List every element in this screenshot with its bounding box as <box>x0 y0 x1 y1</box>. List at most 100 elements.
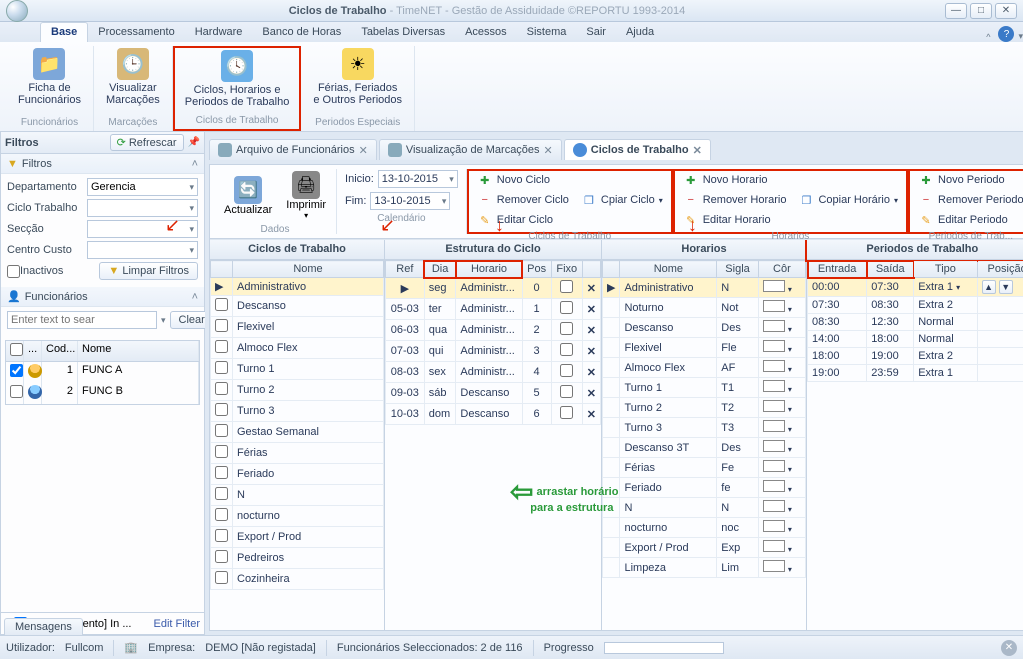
estrutura-row[interactable]: 07-03quiAdministr...3✕ <box>386 341 601 362</box>
ciclo-row[interactable]: Cozinheira <box>211 569 384 590</box>
periodo-row[interactable]: 08:3012:30Normal <box>808 314 1023 331</box>
horario-row[interactable]: Export / ProdExp ▾ <box>603 538 806 558</box>
estrutura-row[interactable]: 08-03sexAdministr...4✕ <box>386 362 601 383</box>
copiar-horario-button[interactable]: ❐Copiar Horário▾ <box>796 191 900 209</box>
centro-custo-combo[interactable]: ▾ <box>87 241 198 259</box>
periodo-row[interactable]: 19:0023:59Extra 1 <box>808 365 1023 382</box>
estrutura-grid[interactable]: Ref Dia Horario Pos Fixo ▶ segAdministr.… <box>385 260 601 630</box>
menu-tabelas-diversas[interactable]: Tabelas Diversas <box>351 23 455 42</box>
periodo-row[interactable]: 18:0019:00Extra 2 <box>808 348 1023 365</box>
ciclo-row[interactable]: Gestao Semanal <box>211 422 384 443</box>
ciclo-row[interactable]: Descanso <box>211 296 384 317</box>
horario-row[interactable]: ▶AdministrativoN ▾ <box>603 278 806 298</box>
ciclo-row[interactable]: Férias <box>211 443 384 464</box>
horario-row[interactable]: Turno 2T2 ▾ <box>603 398 806 418</box>
menu-hardware[interactable]: Hardware <box>185 23 253 42</box>
menu-banco-horas[interactable]: Banco de Horas <box>252 23 351 42</box>
horario-row[interactable]: NN ▾ <box>603 498 806 518</box>
horario-row[interactable]: Turno 3T3 ▾ <box>603 418 806 438</box>
periodo-row[interactable]: 07:3008:30Extra 2 <box>808 297 1023 314</box>
periodo-row[interactable]: 00:0007:30Extra 1 ▾▲ ▼ <box>808 278 1023 297</box>
ciclo-row[interactable]: Pedreiros <box>211 548 384 569</box>
ribbon-visualizar-marcacoes[interactable]: 🕒 Visualizar Marcações <box>100 46 166 108</box>
horario-row[interactable]: Descanso 3TDes ▾ <box>603 438 806 458</box>
status-help-icon[interactable]: ✕ <box>1001 640 1017 656</box>
menu-sair[interactable]: Sair <box>576 23 616 42</box>
ciclo-row[interactable]: Turno 3 <box>211 401 384 422</box>
limpar-filtros-button[interactable]: ▼ Limpar Filtros <box>99 262 198 280</box>
horario-row[interactable]: FlexivelFle ▾ <box>603 338 806 358</box>
inicio-date[interactable]: 13-10-2015▾ <box>378 170 458 188</box>
horario-row[interactable]: LimpezaLim ▾ <box>603 558 806 578</box>
horario-row[interactable]: DescansoDes ▾ <box>603 318 806 338</box>
close-tab-icon[interactable]: ✕ <box>359 144 368 157</box>
close-button[interactable]: ✕ <box>995 3 1017 19</box>
menu-sistema[interactable]: Sistema <box>517 23 577 42</box>
ribbon-collapse-icon[interactable]: ^ <box>986 32 990 42</box>
estrutura-row[interactable]: 05-03terAdministr...1✕ <box>386 299 601 320</box>
editar-horario-button[interactable]: ✎Editar Horario <box>681 211 900 229</box>
refresh-button[interactable]: ⟳ Refrescar <box>110 134 184 151</box>
remover-periodo-button[interactable]: −Remover Periodo <box>916 191 1023 209</box>
horario-row[interactable]: NoturnoNot ▾ <box>603 298 806 318</box>
estrutura-row[interactable]: 10-03domDescanso6✕ <box>386 404 601 425</box>
fim-date[interactable]: 13-10-2015▾ <box>370 192 450 210</box>
novo-horario-button[interactable]: ✚Novo Horario <box>681 171 900 189</box>
horarios-grid[interactable]: Nome Sigla Côr ▶AdministrativoN ▾Noturno… <box>602 260 806 630</box>
ciclo-row[interactable]: nocturno <box>211 506 384 527</box>
tab-visualizacao-marcacoes[interactable]: Visualização de Marcações✕ <box>379 139 562 160</box>
editar-periodo-button[interactable]: ✎Editar Periodo <box>916 211 1023 229</box>
edit-filter-link[interactable]: Edit Filter <box>154 618 200 630</box>
horario-row[interactable]: FériasFe ▾ <box>603 458 806 478</box>
minimize-button[interactable]: — <box>945 3 967 19</box>
mensagens-tab[interactable]: Mensagens <box>4 618 83 635</box>
funcionario-row[interactable]: 2 FUNC B <box>6 383 199 404</box>
actualizar-button[interactable]: 🔄Actualizar <box>220 174 276 218</box>
estrutura-row[interactable]: 06-03quaAdministr...2✕ <box>386 320 601 341</box>
ciclo-row[interactable]: N <box>211 485 384 506</box>
col-check[interactable] <box>6 341 24 361</box>
ribbon-ciclos-horarios[interactable]: 🕓 Ciclos, Horarios e Periodos de Trabalh… <box>179 48 296 110</box>
remover-horario-button[interactable]: −Remover Horario <box>681 191 789 209</box>
horario-row[interactable]: nocturnonoc ▾ <box>603 518 806 538</box>
menu-base[interactable]: Base <box>40 22 88 42</box>
menu-processamento[interactable]: Processamento <box>88 23 184 42</box>
novo-periodo-button[interactable]: ✚Novo Periodo <box>916 171 1023 189</box>
estrutura-row[interactable]: ▶ segAdministr...0✕ <box>386 278 601 299</box>
horario-row[interactable]: Almoco FlexAF ▾ <box>603 358 806 378</box>
ribbon-ficha-funcionarios[interactable]: 📁 Ficha de Funcionários <box>12 46 87 108</box>
estrutura-row[interactable]: 09-03sábDescanso5✕ <box>386 383 601 404</box>
filter-panel-toggle[interactable]: ▼ Filtros ˄ <box>1 154 204 174</box>
maximize-button[interactable]: □ <box>970 3 992 19</box>
horario-row[interactable]: Feriadofe ▾ <box>603 478 806 498</box>
menu-acessos[interactable]: Acessos <box>455 23 517 42</box>
close-tab-icon[interactable]: ✕ <box>693 144 702 157</box>
seccao-combo[interactable]: ▾ <box>87 220 198 238</box>
ribbon-dropdown-icon[interactable]: ▾ <box>1018 31 1023 42</box>
ciclo-row[interactable]: ▶Administrativo <box>211 278 384 296</box>
pin-icon[interactable]: 📌 <box>188 137 200 148</box>
periodo-row[interactable]: 14:0018:00Normal <box>808 331 1023 348</box>
funcionario-row[interactable]: 1 FUNC A <box>6 362 199 383</box>
search-input[interactable] <box>7 311 157 329</box>
ciclos-grid[interactable]: Nome ▶AdministrativoDescansoFlexivelAlmo… <box>210 260 384 630</box>
ciclo-row[interactable]: Export / Prod <box>211 527 384 548</box>
ciclo-row[interactable]: Almoco Flex <box>211 338 384 359</box>
imprimir-button[interactable]: 🖨Imprimir▾ <box>282 169 330 222</box>
tab-ciclos-trabalho[interactable]: Ciclos de Trabalho✕ <box>564 139 711 160</box>
close-tab-icon[interactable]: ✕ <box>544 144 553 157</box>
departamento-combo[interactable]: Gerencia▾ <box>87 178 198 196</box>
tab-arquivo-funcionarios[interactable]: Arquivo de Funcionários✕ <box>209 139 377 160</box>
ciclo-trabalho-combo[interactable]: ▾ <box>87 199 198 217</box>
menu-ajuda[interactable]: Ajuda <box>616 23 664 42</box>
ciclo-row[interactable]: Feriado <box>211 464 384 485</box>
move-up-button[interactable]: ▲ <box>982 280 996 294</box>
move-down-button[interactable]: ▼ <box>999 280 1013 294</box>
horario-row[interactable]: Turno 1T1 ▾ <box>603 378 806 398</box>
novo-ciclo-button[interactable]: ✚Novo Ciclo <box>475 171 665 189</box>
inactivos-checkbox[interactable] <box>7 265 20 278</box>
copiar-ciclo-button[interactable]: ❐Cpiar Ciclo▾ <box>579 191 665 209</box>
periodos-grid[interactable]: Entrada Saída Tipo Posição 00:0007:30Ext… <box>807 260 1023 630</box>
ciclo-row[interactable]: Turno 1 <box>211 359 384 380</box>
ciclo-row[interactable]: Flexivel <box>211 317 384 338</box>
